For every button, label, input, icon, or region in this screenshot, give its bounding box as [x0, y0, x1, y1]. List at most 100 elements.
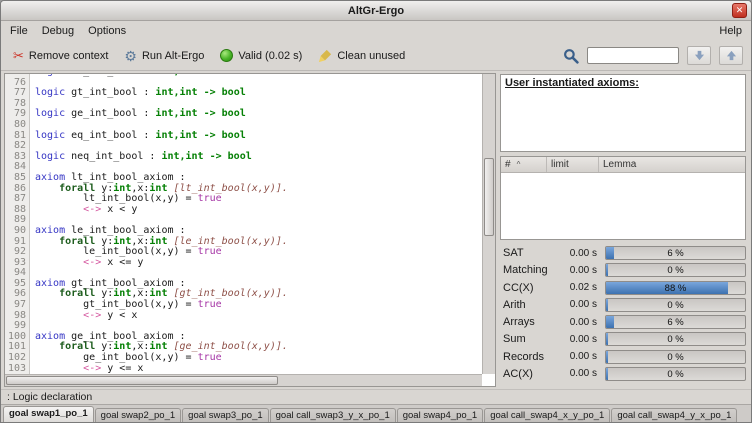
- stat-time: 0.00 s: [557, 351, 597, 362]
- run-alt-ergo-label: Run Alt-Ergo: [142, 50, 204, 62]
- stat-progressbar: 0 %: [605, 367, 746, 381]
- stat-percent: 0 %: [606, 264, 745, 276]
- stat-time: 0.00 s: [557, 265, 597, 276]
- stat-row-sum: Sum0.00 s 0 %: [503, 332, 746, 346]
- code-area[interactable]: logic lt_int_bool : int,int -> boollogic…: [30, 74, 288, 374]
- search-prev-button[interactable]: [719, 46, 743, 65]
- axioms-col-lemma[interactable]: Lemma: [599, 157, 745, 172]
- menubar-left: FileDebugOptions: [3, 23, 133, 39]
- remove-context-button[interactable]: ✂ Remove context: [9, 47, 112, 64]
- stat-percent: 0 %: [606, 333, 745, 345]
- axioms-table-header: #^limitLemma: [501, 157, 745, 173]
- stat-label: Sum: [503, 333, 557, 345]
- stat-time: 0.00 s: [557, 248, 597, 259]
- menu-item-help[interactable]: Help: [712, 23, 749, 39]
- stat-row-ccx: CC(X)0.02 s88 %: [503, 281, 746, 295]
- stat-label: Arrays: [503, 316, 557, 328]
- scissors-icon: ✂: [13, 49, 24, 62]
- code-line[interactable]: <-> y < x: [35, 311, 288, 322]
- menu-item-debug[interactable]: Debug: [35, 23, 81, 39]
- line-number: 103: [5, 364, 26, 374]
- code-line[interactable]: logic ge_int_bool : int,int -> bool: [35, 109, 288, 120]
- stat-percent: 6 %: [606, 316, 745, 328]
- arrow-up-icon: [726, 50, 737, 61]
- stat-progressbar: 0 %: [605, 263, 746, 277]
- stat-label: AC(X): [503, 368, 557, 380]
- code-line[interactable]: <-> x < y: [35, 205, 288, 216]
- editor-viewport[interactable]: 7576777879808182838485868788899091929394…: [5, 74, 482, 374]
- menubar-right: Help: [712, 23, 749, 39]
- code-line[interactable]: logic neq_int_bool : int,int -> bool: [35, 152, 288, 163]
- goal-tab[interactable]: goal call_swap4_x_y_po_1: [484, 408, 610, 422]
- stat-row-matching: Matching0.00 s 0 %: [503, 263, 746, 277]
- valid-label: Valid (0.02 s): [238, 50, 302, 62]
- code-line[interactable]: logic eq_int_bool : int,int -> bool: [35, 131, 288, 142]
- stat-time: 0.00 s: [557, 299, 597, 310]
- clean-unused-button[interactable]: Clean unused: [314, 47, 409, 65]
- stat-row-records: Records0.00 s 0 %: [503, 350, 746, 364]
- goal-tab[interactable]: goal call_swap3_y_x_po_1: [270, 408, 396, 422]
- menu-item-file[interactable]: File: [3, 23, 35, 39]
- code-line[interactable]: logic gt_int_bool : int,int -> bool: [35, 88, 288, 99]
- close-button[interactable]: ✕: [732, 3, 747, 18]
- stat-percent: 6 %: [606, 247, 745, 259]
- stat-progressbar: 0 %: [605, 350, 746, 364]
- axioms-col-number[interactable]: #^: [501, 157, 547, 172]
- clean-unused-label: Clean unused: [337, 50, 405, 62]
- stat-row-arith: Arith0.00 s0 %: [503, 298, 746, 312]
- stat-label: Matching: [503, 264, 557, 276]
- stat-percent: 0 %: [606, 351, 745, 363]
- toolbar: ✂ Remove context ⚙ Run Alt-Ergo Valid (0…: [1, 41, 751, 71]
- search-icon: [563, 48, 579, 64]
- stat-row-acx: AC(X)0.00 s 0 %: [503, 367, 746, 381]
- goal-tab[interactable]: goal swap2_po_1: [95, 408, 181, 422]
- stat-progressbar: 6 %: [605, 246, 746, 260]
- altgr-ergo-window: AltGr-Ergo ✕ FileDebugOptions Help ✂ Rem…: [0, 0, 752, 423]
- code-line[interactable]: <-> x <= y: [35, 258, 288, 269]
- number-col-label: #: [505, 159, 511, 170]
- axioms-col-limit[interactable]: limit: [547, 157, 599, 172]
- menubar: FileDebugOptions Help: [1, 21, 751, 41]
- stat-percent: 0 %: [606, 299, 745, 311]
- search-next-button[interactable]: [687, 46, 711, 65]
- editor-content: 7576777879808182838485868788899091929394…: [5, 74, 482, 374]
- goal-tab[interactable]: goal call_swap4_y_x_po_1: [611, 408, 737, 422]
- menu-item-options[interactable]: Options: [81, 23, 133, 39]
- titlebar[interactable]: AltGr-Ergo ✕: [1, 1, 751, 21]
- main-area: 7576777879808182838485868788899091929394…: [1, 71, 751, 389]
- sort-indicator: ^: [517, 160, 521, 169]
- stat-time: 0.00 s: [557, 317, 597, 328]
- editor-hscrollbar[interactable]: [5, 374, 482, 386]
- right-panel: User instantiated axioms: #^limitLemma S…: [500, 73, 748, 387]
- run-alt-ergo-button[interactable]: ⚙ Run Alt-Ergo: [120, 47, 208, 65]
- stat-label: Records: [503, 351, 557, 363]
- close-icon: ✕: [736, 5, 744, 15]
- code-line[interactable]: <-> y <= x: [35, 364, 288, 374]
- editor-vscrollbar[interactable]: [482, 74, 495, 374]
- stat-time: 0.00 s: [557, 334, 597, 345]
- stat-row-arrays: Arrays0.00 s 6 %: [503, 315, 746, 329]
- goal-tab[interactable]: goal swap4_po_1: [397, 408, 483, 422]
- axioms-table-body[interactable]: [501, 173, 745, 239]
- line-number: 80: [5, 120, 26, 131]
- gears-icon: ⚙: [124, 49, 137, 63]
- stat-progressbar: 88 %: [605, 281, 746, 295]
- stat-progressbar: 0 %: [605, 332, 746, 346]
- brush-icon: [318, 49, 332, 63]
- search-input[interactable]: [587, 47, 679, 64]
- goal-tab[interactable]: goal swap3_po_1: [182, 408, 268, 422]
- remove-context-label: Remove context: [29, 50, 108, 62]
- goal-tab[interactable]: goal swap1_po_1: [3, 406, 94, 422]
- line-number-gutter: 7576777879808182838485868788899091929394…: [5, 74, 30, 374]
- stat-label: CC(X): [503, 282, 557, 294]
- line-number: 85: [5, 173, 26, 184]
- stat-row-sat: SAT0.00 s6 %: [503, 246, 746, 260]
- stat-progressbar: 0 %: [605, 298, 746, 312]
- status-text: : Logic declaration: [7, 391, 92, 403]
- stat-time: 0.00 s: [557, 368, 597, 379]
- editor-hscrollbar-thumb[interactable]: [6, 376, 278, 385]
- code-editor[interactable]: 7576777879808182838485868788899091929394…: [4, 73, 496, 387]
- stats-panel: SAT0.00 s6 %Matching0.00 s0 %CC(X)0.02 s…: [500, 240, 746, 386]
- status-bar: : Logic declaration: [1, 389, 751, 404]
- editor-vscrollbar-thumb[interactable]: [484, 158, 494, 236]
